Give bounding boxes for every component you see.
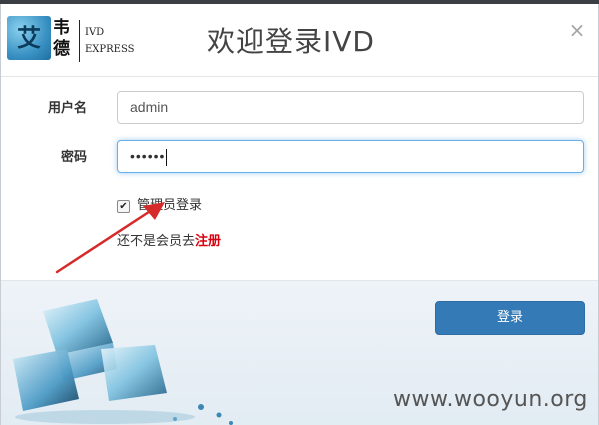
login-button[interactable]: 登录: [435, 301, 585, 335]
logo-chinese-name: 韦 德: [53, 18, 75, 62]
logo-char-2: 德: [53, 39, 70, 59]
username-input[interactable]: admin: [117, 91, 584, 124]
watermark-text: www.wooyun.org: [393, 387, 588, 412]
password-input[interactable]: ••••••: [117, 140, 584, 173]
logo-badge: 艾: [7, 16, 51, 60]
logo-en-line-2: EXPRESS: [85, 44, 135, 55]
password-value: ••••••: [130, 148, 166, 164]
login-dialog: 艾 韦 德 IVD EXPRESS 欢迎登录IVD × 用户名 admin 密码…: [0, 4, 599, 425]
logo-en-line-1: IVD: [85, 27, 105, 38]
logo-divider: [79, 20, 80, 62]
username-value: admin: [130, 99, 169, 115]
company-logo: 艾 韦 德 IVD EXPRESS: [7, 14, 137, 66]
logo-char-1: 韦: [53, 18, 70, 38]
dialog-footer: 登录 www.wooyun.org: [1, 280, 598, 425]
dialog-title: 欢迎登录IVD: [207, 25, 375, 58]
close-icon[interactable]: ×: [567, 20, 587, 40]
text-caret: [166, 148, 168, 166]
logo-english-name: IVD EXPRESS: [85, 24, 145, 64]
username-label: 用户名: [47, 101, 87, 116]
dialog-header: 艾 韦 德 IVD EXPRESS 欢迎登录IVD ×: [1, 4, 598, 77]
ice-cubes-image: [13, 299, 233, 425]
red-arrow-annotation: [55, 202, 165, 274]
register-link[interactable]: 注册: [195, 234, 221, 249]
password-label: 密码: [60, 150, 87, 165]
